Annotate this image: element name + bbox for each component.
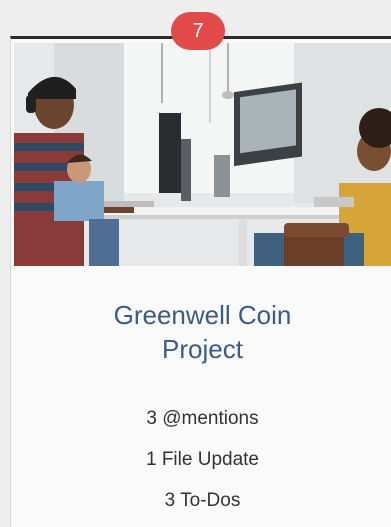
notification-badge[interactable]: 7	[171, 12, 225, 50]
file-update-count[interactable]: 1 File Update	[14, 439, 391, 480]
project-card-page: 7 Greenwell Coin Project 3 @mentions 1 F…	[0, 0, 391, 527]
project-card[interactable]: Greenwell Coin Project 3 @mentions 1 File…	[10, 36, 391, 527]
mentions-count[interactable]: 3 @mentions	[14, 398, 391, 439]
project-stats: 3 @mentions 1 File Update 3 To-Dos	[14, 398, 391, 521]
project-cover-photo	[14, 43, 391, 266]
project-title-text: Greenwell Coin Project	[113, 300, 292, 364]
todos-count[interactable]: 3 To-Dos	[14, 480, 391, 521]
project-title[interactable]: Greenwell Coin Project	[14, 298, 391, 366]
